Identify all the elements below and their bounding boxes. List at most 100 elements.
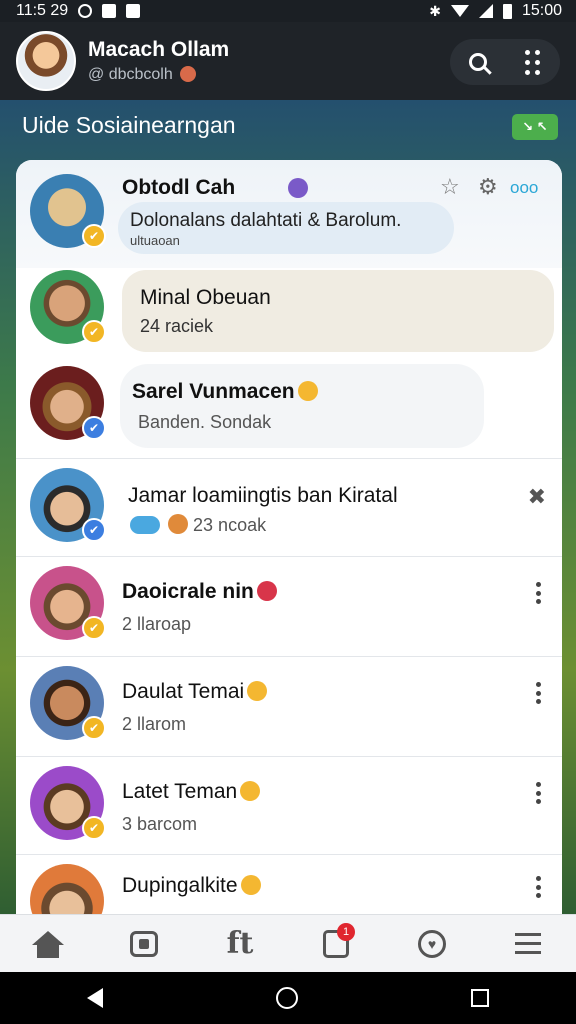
emoji-icon bbox=[180, 66, 197, 82]
list-item[interactable]: ✔ Obtodl Cah ☆ ⚙ ooo Dolonalans dalahtat… bbox=[16, 160, 562, 268]
nav-notifications[interactable]: 1 bbox=[311, 919, 361, 969]
item-subtitle: Banden. Sondak bbox=[138, 412, 272, 432]
apps-button[interactable] bbox=[513, 42, 553, 82]
item-subtitle: 2 llarom bbox=[122, 714, 187, 734]
status-bar: 11:5 29 ✱ 15:00 bbox=[0, 0, 576, 22]
item-name: Jamar loamiingtis ban Kiratal bbox=[128, 484, 398, 507]
avatar: ✔ bbox=[30, 270, 106, 344]
nav-marketplace[interactable] bbox=[119, 919, 169, 969]
home-icon bbox=[32, 930, 64, 958]
shuffle-icon[interactable]: ✖ bbox=[528, 484, 546, 510]
chat-icon bbox=[130, 516, 160, 534]
divider bbox=[16, 854, 562, 855]
image-notification-icon bbox=[126, 4, 141, 18]
avatar: ✔ bbox=[30, 566, 106, 640]
item-subtitle: 2 llaroap bbox=[122, 614, 192, 634]
grid-menu-icon bbox=[525, 49, 540, 75]
star-icon[interactable]: ☆ bbox=[440, 174, 460, 200]
item-name: Dupingalkite bbox=[122, 874, 261, 898]
message-meta: ultuaoan bbox=[130, 233, 180, 248]
item-actions[interactable]: ooo bbox=[510, 178, 538, 198]
nav-feed[interactable]: ft bbox=[215, 919, 265, 969]
more-options-button[interactable] bbox=[528, 872, 548, 902]
item-subtitle-text: 23 ncoak bbox=[193, 515, 267, 535]
emoji-icon bbox=[297, 381, 318, 401]
item-subtitle: 3 barcom bbox=[122, 814, 198, 834]
list-item[interactable]: Dupingalkite bbox=[16, 856, 562, 920]
home-circle-icon[interactable] bbox=[275, 987, 298, 1009]
profile-avatar[interactable] bbox=[16, 31, 76, 91]
item-name: Latet Teman bbox=[122, 780, 261, 804]
list-item[interactable]: ✔ Daulat Temai 2 llarom bbox=[16, 658, 562, 756]
status-right: ✱ 15:00 bbox=[429, 2, 562, 20]
list-item[interactable]: ✔ Sarel Vunmacen Banden. Sondak bbox=[16, 364, 562, 460]
verified-badge-icon: ✔ bbox=[82, 616, 106, 640]
feed-icon: ft bbox=[226, 926, 254, 961]
avatar: ✔ bbox=[30, 174, 106, 248]
emoji-icon bbox=[247, 681, 268, 701]
search-button[interactable] bbox=[458, 42, 498, 82]
system-navigation-bar bbox=[0, 972, 576, 1024]
battery-icon bbox=[502, 3, 512, 19]
profile-handle: @ dbcbcolh bbox=[88, 66, 229, 84]
emoji-icon bbox=[168, 514, 189, 534]
item-name-text: Dupingalkite bbox=[122, 874, 238, 897]
friends-list-card: ✔ Obtodl Cah ☆ ⚙ ooo Dolonalans dalahtat… bbox=[16, 160, 562, 920]
app-header: Macach Ollam @ dbcbcolh bbox=[0, 22, 576, 100]
profile-name: Macach Ollam bbox=[88, 38, 230, 61]
emoji-icon bbox=[256, 581, 277, 601]
item-subtitle: 24 raciek bbox=[140, 316, 214, 336]
verified-badge-icon: ✔ bbox=[82, 320, 106, 344]
item-name: Daulat Temai bbox=[122, 680, 268, 704]
item-name: Minal Obeuan bbox=[140, 286, 271, 309]
avatar bbox=[30, 864, 104, 920]
more-options-button[interactable] bbox=[528, 678, 548, 708]
profile-info: Macach Ollam @ dbcbcolh bbox=[88, 38, 229, 84]
divider bbox=[16, 458, 562, 459]
more-options-button[interactable] bbox=[528, 578, 548, 608]
heart-icon: ♥ bbox=[418, 929, 446, 958]
bluetooth-icon: ✱ bbox=[429, 2, 441, 19]
section-title: Uide Sosiainearngan bbox=[22, 112, 236, 138]
message-bubble[interactable]: Minal Obeuan 24 raciek bbox=[122, 270, 554, 352]
list-item[interactable]: ✔ Minal Obeuan 24 raciek bbox=[16, 268, 562, 364]
item-name-text: Daoicrale nin bbox=[122, 580, 254, 603]
divider bbox=[16, 656, 562, 657]
item-name-text: Sarel Vunmacen bbox=[132, 380, 295, 403]
emoji-icon bbox=[240, 781, 261, 801]
recent-apps-icon[interactable] bbox=[471, 989, 490, 1007]
nav-menu[interactable] bbox=[503, 919, 553, 969]
item-name: Obtodl Cah bbox=[122, 176, 236, 199]
wifi-icon bbox=[450, 5, 469, 17]
item-name-text: Latet Teman bbox=[122, 780, 238, 803]
more-options-button[interactable] bbox=[528, 778, 548, 808]
verified-badge-icon: ✔ bbox=[82, 416, 106, 440]
item-subtitle: 23 ncoak bbox=[130, 514, 266, 536]
message-bubble[interactable]: Sarel Vunmacen Banden. Sondak bbox=[120, 364, 484, 448]
nav-dating[interactable]: ♥ bbox=[407, 919, 457, 969]
emoji-icon bbox=[240, 875, 261, 895]
notification-icon bbox=[78, 4, 93, 18]
list-item[interactable]: ✔ Jamar loamiingtis ban Kiratal 23 ncoak… bbox=[16, 460, 562, 556]
verified-badge-icon: ✔ bbox=[82, 224, 106, 248]
list-item[interactable]: ✔ Latet Teman 3 barcom bbox=[16, 758, 562, 854]
verified-badge-icon: ✔ bbox=[82, 816, 106, 840]
settings-icon[interactable]: ⚙ bbox=[478, 174, 498, 200]
back-icon[interactable] bbox=[86, 988, 103, 1008]
item-name: Sarel Vunmacen bbox=[132, 380, 318, 404]
list-item[interactable]: ✔ Daoicrale nin 2 llaroap bbox=[16, 558, 562, 656]
message-bubble[interactable]: Dolonalans dalahtati & Barolum. ultuaoan bbox=[118, 202, 454, 254]
divider bbox=[16, 556, 562, 557]
avatar: ✔ bbox=[30, 366, 106, 440]
notification-count-badge: 1 bbox=[337, 922, 355, 941]
avatar: ✔ bbox=[30, 666, 106, 740]
section-badge[interactable]: ↘ ↖ bbox=[512, 114, 558, 140]
avatar: ✔ bbox=[30, 468, 106, 542]
item-name: Daoicrale nin bbox=[122, 580, 277, 604]
menu-icon bbox=[515, 933, 541, 954]
header-actions bbox=[450, 39, 560, 85]
verified-badge-icon: ✔ bbox=[82, 716, 106, 740]
store-icon bbox=[130, 930, 158, 957]
nav-home[interactable] bbox=[23, 919, 73, 969]
bottom-navigation: ft 1 ♥ bbox=[0, 914, 576, 972]
